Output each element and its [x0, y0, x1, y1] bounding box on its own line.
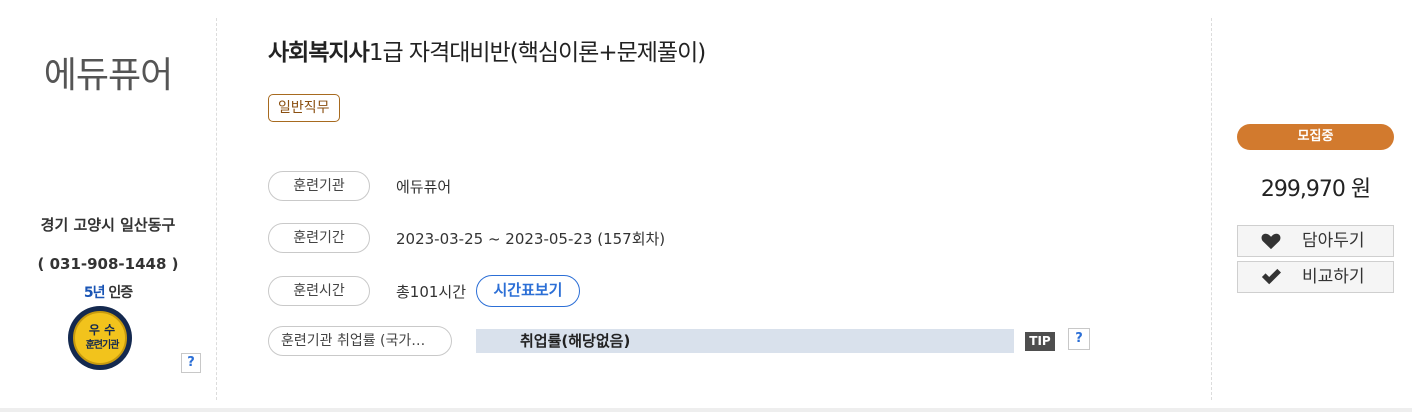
compare-button[interactable]: 비교하기 [1237, 261, 1394, 293]
label-institution: 훈련기관 [268, 171, 370, 201]
course-title-bold: 사회복지사 [268, 40, 370, 66]
value-institution: 에듀퓨어 [396, 178, 452, 196]
label-period: 훈련기간 [268, 223, 370, 253]
category-tag: 일반직무 [268, 94, 340, 122]
wishlist-button[interactable]: 담아두기 [1237, 225, 1394, 257]
org-phone: ( 031-908-1448 ) [37, 255, 179, 273]
divider-right [1211, 18, 1212, 400]
label-employment-rate[interactable]: 훈련기관 취업률 (국가… [268, 326, 452, 356]
wishlist-label: 담아두기 [1302, 231, 1365, 251]
value-hours: 총101시간 [396, 283, 467, 301]
cert-years: 5년 [83, 285, 106, 301]
timetable-button[interactable]: 시간표보기 [476, 275, 580, 307]
value-period: 2023-03-25 ~ 2023-05-23 (157회차) [396, 230, 666, 248]
employment-rate-value: 취업률(해당없음) [520, 332, 631, 350]
excellent-institution-badge-icon: 우 수 훈련기관 [68, 306, 132, 370]
org-help-button[interactable]: ? [181, 353, 201, 373]
heart-icon [1261, 233, 1281, 250]
tip-badge[interactable]: TIP [1025, 332, 1055, 351]
org-address: 경기 고양시 일산동구 [40, 216, 176, 234]
org-name[interactable]: 에듀퓨어 [20, 46, 196, 98]
cert-text: 인증 [108, 285, 133, 301]
checkmark-icon [1261, 268, 1281, 285]
label-hours: 훈련시간 [268, 276, 370, 306]
employment-rate-bar: 취업률(해당없음) [476, 329, 1014, 353]
badge-line2: 훈련기관 [85, 340, 120, 351]
certification-label: 5년 인증 [20, 282, 196, 302]
course-title[interactable]: 사회복지사1급 자격대비반(핵심이론+문제풀이) [268, 33, 706, 67]
card-bottom-border [0, 408, 1412, 412]
compare-label: 비교하기 [1302, 267, 1365, 287]
employment-help-button[interactable]: ? [1068, 328, 1090, 350]
price: 299,970 원 [1260, 177, 1371, 202]
divider-left [216, 18, 217, 400]
status-badge: 모집중 [1237, 124, 1394, 150]
course-title-rest: 1급 자격대비반(핵심이론+문제풀이) [368, 40, 706, 66]
course-card: 에듀퓨어 경기 고양시 일산동구 ( 031-908-1448 ) 5년 인증 … [0, 0, 1412, 412]
